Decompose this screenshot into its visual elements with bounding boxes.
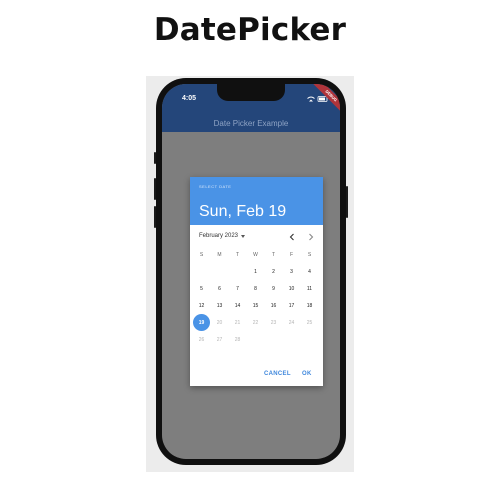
day-cell[interactable]: 15 bbox=[247, 297, 264, 314]
day-cell[interactable]: 5 bbox=[193, 280, 210, 297]
side-button bbox=[154, 152, 156, 164]
weekday-label: F bbox=[289, 251, 294, 258]
day-cell: 20 bbox=[216, 319, 223, 326]
weekday-label: S bbox=[307, 251, 312, 258]
selected-day-cell[interactable]: 19 bbox=[193, 314, 210, 331]
wifi-icon bbox=[307, 96, 315, 102]
day-cell: 24 bbox=[288, 319, 295, 326]
chevron-right-icon bbox=[309, 233, 314, 241]
notch bbox=[217, 84, 285, 101]
day-cell: 26 bbox=[198, 336, 205, 343]
chevron-left-icon bbox=[289, 233, 294, 241]
previous-month-button[interactable] bbox=[286, 231, 298, 243]
day-cell[interactable]: 1 bbox=[247, 263, 264, 280]
day-cell[interactable]: 14 bbox=[229, 297, 246, 314]
day-cell[interactable]: 8 bbox=[247, 280, 264, 297]
next-month-button[interactable] bbox=[305, 231, 317, 243]
day-cell[interactable]: 16 bbox=[265, 297, 282, 314]
day-cell: 21 bbox=[234, 319, 241, 326]
app-bar: 4:05 DEBUG Date Picker Example bbox=[162, 84, 340, 132]
day-cell: 25 bbox=[306, 319, 313, 326]
weekday-label: S bbox=[199, 251, 204, 258]
dialog-header: SELECT DATE Sun, Feb 19 bbox=[190, 177, 323, 225]
ok-button[interactable]: OK bbox=[302, 371, 312, 377]
day-cell[interactable]: 9 bbox=[265, 280, 282, 297]
volume-down-button bbox=[154, 206, 156, 228]
weekday-label: T bbox=[271, 251, 276, 258]
weekday-label: T bbox=[235, 251, 240, 258]
volume-up-button bbox=[154, 178, 156, 200]
app-title: Date Picker Example bbox=[213, 119, 289, 128]
weekday-label: M bbox=[217, 251, 222, 258]
phone-frame: 4:05 DEBUG Date Picker Example SELECT DA… bbox=[154, 78, 348, 465]
day-cell[interactable]: 17 bbox=[283, 297, 300, 314]
page-title: DatePicker bbox=[153, 12, 347, 48]
day-cell[interactable]: 4 bbox=[301, 263, 318, 280]
day-cell[interactable]: 18 bbox=[301, 297, 318, 314]
day-cell[interactable]: 7 bbox=[229, 280, 246, 297]
cancel-button[interactable]: CANCEL bbox=[264, 371, 291, 377]
day-cell: 22 bbox=[252, 319, 259, 326]
day-cell[interactable]: 12 bbox=[193, 297, 210, 314]
day-cell: 28 bbox=[234, 336, 241, 343]
day-cell[interactable]: 2 bbox=[265, 263, 282, 280]
chevron-down-icon bbox=[241, 234, 246, 238]
month-selector[interactable]: February 2023 bbox=[199, 233, 246, 239]
date-picker-dialog: SELECT DATE Sun, Feb 19 February 2023 S M… bbox=[190, 177, 323, 386]
selected-date-display: Sun, Feb 19 bbox=[199, 203, 287, 220]
day-cell[interactable]: 13 bbox=[211, 297, 228, 314]
month-label: February 2023 bbox=[199, 233, 239, 239]
day-cell[interactable]: 3 bbox=[283, 263, 300, 280]
weekday-label: W bbox=[253, 251, 258, 258]
day-cell[interactable]: 6 bbox=[211, 280, 228, 297]
help-text: SELECT DATE bbox=[199, 184, 232, 189]
screen: 4:05 DEBUG Date Picker Example SELECT DA… bbox=[162, 84, 340, 459]
power-button bbox=[346, 186, 348, 218]
day-cell: 23 bbox=[270, 319, 277, 326]
day-cell[interactable]: 10 bbox=[283, 280, 300, 297]
day-cell[interactable]: 11 bbox=[301, 280, 318, 297]
status-time: 4:05 bbox=[182, 95, 197, 102]
day-cell: 27 bbox=[216, 336, 223, 343]
